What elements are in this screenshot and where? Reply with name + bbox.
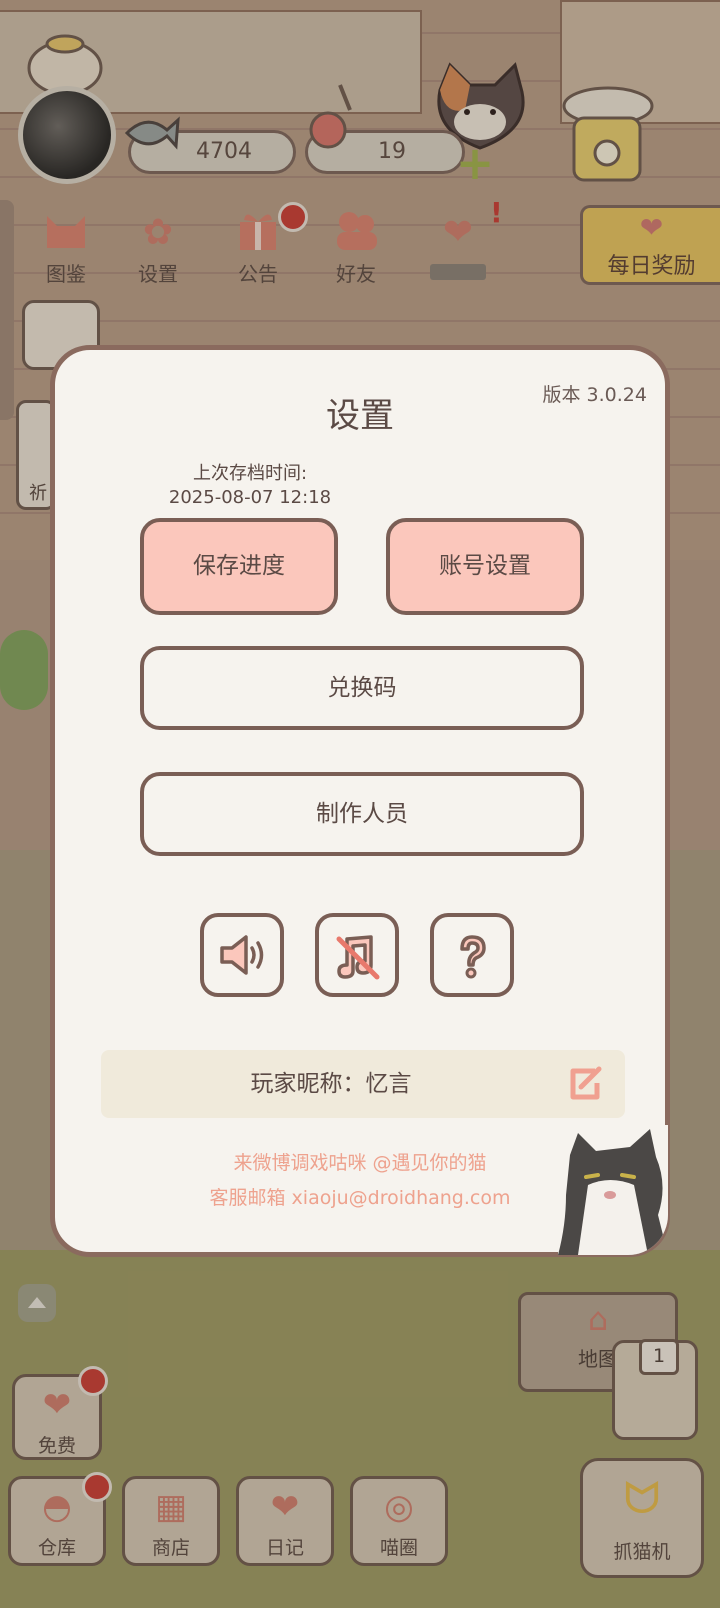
last-save-info: 上次存档时间: 2025-08-07 12:18 [150, 462, 350, 510]
last-save-label: 上次存档时间: [192, 463, 308, 484]
cat-photo [558, 1125, 668, 1255]
redeem-code-button[interactable]: 兑换码 [140, 646, 584, 730]
sound-toggle-button[interactable] [200, 913, 284, 997]
help-button[interactable] [430, 913, 514, 997]
edit-icon[interactable] [565, 1063, 605, 1103]
credits-button[interactable]: 制作人员 [140, 772, 584, 856]
nickname-label: 玩家昵称：忆言 [250, 1071, 412, 1097]
game-scene: 祈 4704 19 + 图鉴 ✿ 设置 公告 好友 ❤ ! ❤ 每日奖励 ❤ 免… [0, 0, 720, 1608]
nickname-bar: 玩家昵称：忆言 [101, 1050, 625, 1118]
last-save-time: 2025-08-07 12:18 [168, 487, 332, 508]
version-label: 版本 3.0.24 [542, 384, 647, 406]
help-icon [460, 935, 486, 979]
music-toggle-button[interactable] [315, 913, 399, 997]
save-progress-button[interactable]: 保存进度 [140, 518, 338, 615]
sound-on-icon [220, 935, 264, 975]
settings-dialog: 设置 版本 3.0.24 上次存档时间: 2025-08-07 12:18 保存… [50, 345, 670, 1257]
music-off-icon [336, 935, 380, 980]
account-settings-button[interactable]: 账号设置 [386, 518, 584, 615]
